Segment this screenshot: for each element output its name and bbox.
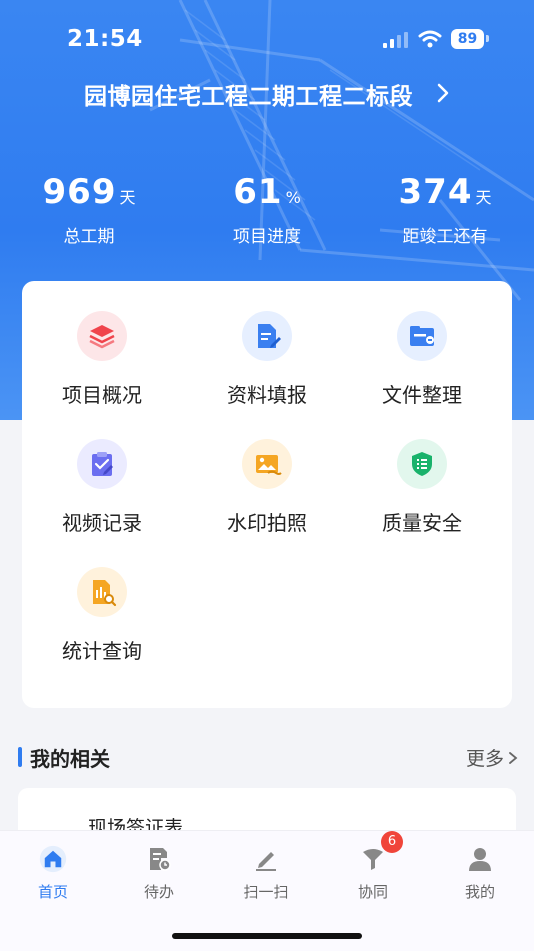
stat-progress: 61% 项目进度 — [178, 172, 356, 247]
menu-item-label: 项目概况 — [62, 383, 142, 407]
menu-item-label: 统计查询 — [62, 639, 142, 663]
shield-list-icon — [397, 439, 447, 489]
menu-item-label: 水印拍照 — [227, 511, 307, 535]
stat-days-remaining: 374 天 距竣工还有 — [356, 172, 534, 247]
feature-menu-card: 项目概况 资料填报 文件整理 视频记录 水印拍照 质量安全 统计查询 — [22, 281, 512, 708]
battery-indicator: 89 — [451, 29, 484, 49]
menu-item-label: 视频记录 — [62, 511, 142, 535]
tab-label: 我的 — [464, 883, 495, 901]
menu-item-watermark-photo[interactable]: 水印拍照 — [187, 439, 347, 549]
menu-item-data-entry[interactable]: 资料填报 — [187, 311, 347, 421]
menu-item-label: 质量安全 — [382, 511, 462, 535]
tab-profile[interactable]: 我的 — [427, 845, 533, 902]
clipboard-edit-icon — [77, 439, 127, 489]
my-related-section-header: 我的相关 更多 — [18, 742, 518, 774]
tab-collaborate[interactable]: 6 协同 — [320, 831, 426, 902]
stat-unit: % — [285, 188, 301, 207]
stat-label: 距竣工还有 — [402, 227, 488, 247]
more-link[interactable]: 更多 — [466, 744, 518, 771]
user-icon — [466, 845, 494, 873]
stat-total-duration: 969 天 总工期 — [0, 172, 178, 247]
menu-item-video-record[interactable]: 视频记录 — [22, 439, 182, 549]
todo-icon — [145, 845, 173, 873]
status-bar: 21:54 89 — [0, 22, 534, 58]
stat-unit: 天 — [475, 188, 492, 207]
stat-label: 总工期 — [63, 227, 115, 247]
project-title[interactable]: 园博园住宅工程二期工程二标段 — [84, 77, 413, 111]
chevron-right-icon — [509, 752, 518, 764]
menu-item-file-organize[interactable]: 文件整理 — [342, 311, 502, 421]
home-indicator — [172, 933, 362, 939]
menu-item-label: 文件整理 — [382, 383, 462, 407]
document-edit-icon — [242, 311, 292, 361]
menu-item-project-overview[interactable]: 项目概况 — [22, 311, 182, 421]
collaborate-icon: 6 — [359, 831, 403, 873]
folder-icon — [397, 311, 447, 361]
tab-label: 扫一扫 — [243, 883, 289, 901]
section-accent-bar — [18, 747, 22, 767]
tab-label: 协同 — [357, 883, 388, 901]
stat-value: 969 — [42, 172, 117, 212]
tab-label: 待办 — [143, 883, 174, 901]
tab-todo[interactable]: 待办 — [106, 845, 212, 902]
stat-label: 项目进度 — [233, 227, 301, 247]
tab-label: 首页 — [37, 883, 68, 901]
home-icon — [39, 845, 67, 873]
stat-unit: 天 — [119, 188, 136, 207]
notification-badge: 6 — [381, 831, 403, 853]
battery-level: 89 — [457, 31, 478, 47]
scan-pen-icon — [252, 845, 280, 873]
section-title: 我的相关 — [30, 747, 110, 771]
menu-item-statistics-query[interactable]: 统计查询 — [22, 567, 182, 677]
layers-icon — [77, 311, 127, 361]
cellular-signal-icon — [383, 32, 408, 48]
tab-scan[interactable]: 扫一扫 — [213, 845, 319, 902]
more-link-label: 更多 — [465, 748, 504, 770]
chevron-right-icon[interactable] — [436, 82, 450, 104]
menu-item-label: 资料填报 — [227, 383, 307, 407]
tab-home[interactable]: 首页 — [0, 845, 106, 902]
menu-item-quality-safety[interactable]: 质量安全 — [342, 439, 502, 549]
stat-value: 61 — [233, 172, 283, 212]
wifi-icon — [418, 30, 442, 48]
status-time: 21:54 — [67, 26, 143, 52]
report-search-icon — [77, 567, 127, 617]
stat-value: 374 — [398, 172, 473, 212]
battery-tip — [486, 35, 489, 42]
picture-icon — [242, 439, 292, 489]
